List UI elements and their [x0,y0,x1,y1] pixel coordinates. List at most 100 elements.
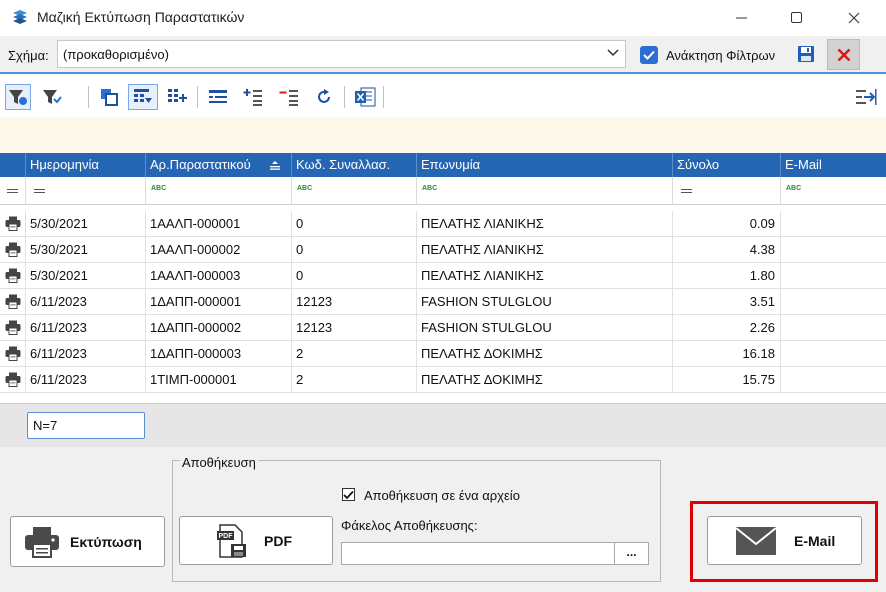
cell-date[interactable]: 6/11/2023 [26,289,146,315]
maximize-button[interactable] [773,0,819,35]
table-row[interactable]: 6/11/2023 1ΤΙΜΠ-000001 2 ΠΕΛΑΤΗΣ ΔΟΚΙΜΗΣ 15.… [0,367,886,393]
copy-button[interactable] [96,84,122,110]
cell-doc[interactable]: 1ΔΑΠΠ-000003 [146,341,292,367]
cell-total[interactable]: 3.51 [673,289,781,315]
column-header-trade-code[interactable]: Κωδ. Συναλλασ. [292,153,417,177]
column-header-total[interactable]: Σύνολο [673,153,781,177]
cell-name[interactable]: ΠΕΛΑΤΗΣ ΛΙΑΝΙΚΗΣ [417,211,673,237]
cell-total[interactable]: 2.26 [673,315,781,341]
print-button[interactable]: Εκτύπωση [10,516,165,567]
maximize-icon [790,12,802,23]
cell-doc[interactable]: 1ΑΑΛΠ-000003 [146,263,292,289]
row-print-cell[interactable] [0,263,26,289]
filter-cell-name[interactable]: ABC [417,177,673,205]
cell-code[interactable]: 12123 [292,315,417,341]
cell-total[interactable]: 15.75 [673,367,781,393]
excel-export-icon [355,87,376,107]
cell-doc[interactable]: 1ΑΑΛΠ-000002 [146,237,292,263]
folder-path-input[interactable] [341,542,615,565]
row-print-cell[interactable] [0,367,26,393]
grid-options-button[interactable] [128,84,158,110]
row-print-cell[interactable] [0,315,26,341]
cell-name[interactable]: FASHION STULGLOU [417,315,673,341]
cell-email[interactable] [781,289,886,315]
cell-code[interactable]: 12123 [292,289,417,315]
filter-cell-email[interactable]: ABC [781,177,886,205]
table-row[interactable]: 5/30/2021 1ΑΑΛΠ-000002 0 ΠΕΛΑΤΗΣ ΛΙΑΝΙΚΗΣ 4.… [0,237,886,263]
cell-date[interactable]: 5/30/2021 [26,237,146,263]
cell-code[interactable]: 2 [292,341,417,367]
filter-recall-label: Ανάκτηση Φίλτρων [666,48,776,63]
cell-code[interactable]: 0 [292,263,417,289]
schema-bar: Σχήμα: (προκαθορισμένο) Ανάκτηση Φίλτρων [0,36,886,74]
column-header-email[interactable]: E-Mail [781,153,886,177]
filter-apply-button[interactable] [5,84,31,110]
row-print-cell[interactable] [0,237,26,263]
column-header-date[interactable]: Ημερομηνία [26,153,146,177]
filter-cell-print[interactable] [0,177,26,205]
cell-email[interactable] [781,341,886,367]
cell-name[interactable]: ΠΕΛΑΤΗΣ ΔΟΚΙΜΗΣ [417,341,673,367]
filter-cell-trade-code[interactable]: ABC [292,177,417,205]
column-header-doc-number[interactable]: Αρ.Παραστατικού [146,153,292,177]
cell-total[interactable]: 16.18 [673,341,781,367]
column-header-name[interactable]: Επωνυμία [417,153,673,177]
pdf-button[interactable]: PDF PDF [179,516,333,565]
table-row[interactable]: 5/30/2021 1ΑΑΛΠ-000003 0 ΠΕΛΑΤΗΣ ΛΙΑΝΙΚΗΣ 1.… [0,263,886,289]
table-row[interactable]: 6/11/2023 1ΔΑΠΠ-000002 12123 FASHION STULGL… [0,315,886,341]
browse-folder-button[interactable]: ... [614,542,649,565]
cell-doc[interactable]: 1ΔΑΠΠ-000001 [146,289,292,315]
cell-code[interactable]: 2 [292,367,417,393]
cell-email[interactable] [781,367,886,393]
cell-code[interactable]: 0 [292,237,417,263]
cell-date[interactable]: 6/11/2023 [26,367,146,393]
cell-email[interactable] [781,211,886,237]
cell-doc[interactable]: 1ΑΑΛΠ-000001 [146,211,292,237]
cell-email[interactable] [781,315,886,341]
cell-date[interactable]: 5/30/2021 [26,263,146,289]
row-print-cell[interactable] [0,341,26,367]
refresh-button[interactable] [311,84,337,110]
cell-name[interactable]: ΠΕΛΑΤΗΣ ΛΙΑΝΙΚΗΣ [417,237,673,263]
close-window-button[interactable] [831,0,877,35]
save-group-title: Αποθήκευση [180,455,258,470]
expand-all-button[interactable] [240,84,266,110]
cell-name[interactable]: FASHION STULGLOU [417,289,673,315]
cell-name[interactable]: ΠΕΛΑΤΗΣ ΛΙΑΝΙΚΗΣ [417,263,673,289]
cell-doc[interactable]: 1ΤΙΜΠ-000001 [146,367,292,393]
filter-recall-checkbox[interactable] [640,46,658,64]
row-print-cell[interactable] [0,211,26,237]
filter-cell-date[interactable] [26,177,146,205]
cell-date[interactable]: 5/30/2021 [26,211,146,237]
table-row[interactable]: 6/11/2023 1ΔΑΠΠ-000001 12123 FASHION STULGL… [0,289,886,315]
cell-doc[interactable]: 1ΔΑΠΠ-000002 [146,315,292,341]
add-columns-icon [168,89,187,102]
cell-total[interactable]: 0.09 [673,211,781,237]
schema-select[interactable]: (προκαθορισμένο) [57,40,626,68]
minimize-button[interactable] [718,0,764,35]
window-title: Μαζική Εκτύπωση Παραστατικών [37,9,245,25]
collapse-all-button[interactable] [276,84,302,110]
save-one-file-checkbox[interactable] [342,488,355,501]
row-print-cell[interactable] [0,289,26,315]
excel-export-button[interactable] [352,84,378,110]
table-row[interactable]: 5/30/2021 1ΑΑΛΠ-000001 0 ΠΕΛΑΤΗΣ ΛΙΑΝΙΚΗΣ 0.… [0,211,886,237]
filter-clear-button[interactable] [39,84,65,110]
layout-button[interactable] [205,84,231,110]
cell-total[interactable]: 1.80 [673,263,781,289]
cell-email[interactable] [781,237,886,263]
table-row[interactable]: 6/11/2023 1ΔΑΠΠ-000003 2 ΠΕΛΑΤΗΣ ΔΟΚΙΜΗΣ 16.… [0,341,886,367]
cell-code[interactable]: 0 [292,211,417,237]
filter-cell-doc-number[interactable]: ABC [146,177,292,205]
filter-cell-total[interactable] [673,177,781,205]
save-icon[interactable] [797,45,815,63]
pin-right-button[interactable] [853,84,879,110]
cell-date[interactable]: 6/11/2023 [26,315,146,341]
refresh-icon [318,89,330,103]
add-columns-button[interactable] [164,84,190,110]
cell-email[interactable] [781,263,886,289]
delete-schema-button[interactable] [827,39,860,70]
cell-name[interactable]: ΠΕΛΑΤΗΣ ΔΟΚΙΜΗΣ [417,367,673,393]
cell-date[interactable]: 6/11/2023 [26,341,146,367]
cell-total[interactable]: 4.38 [673,237,781,263]
